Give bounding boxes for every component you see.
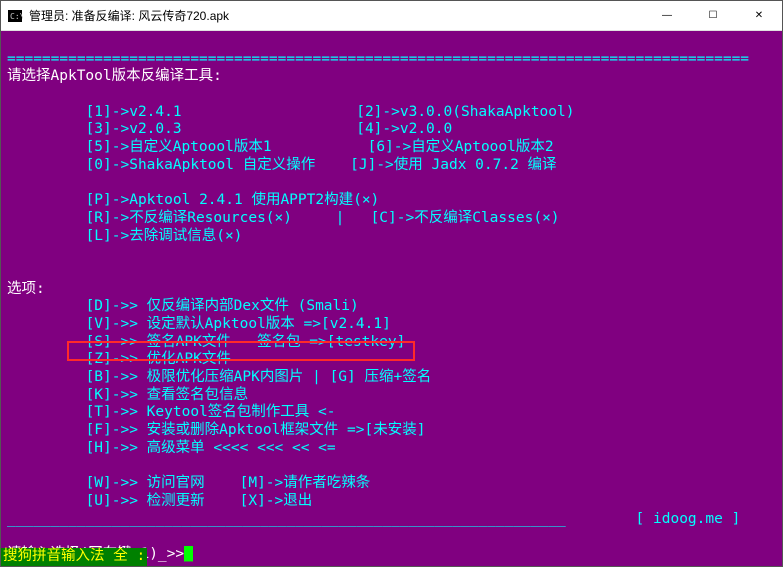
cursor: _	[184, 546, 193, 562]
minimize-button[interactable]: —	[644, 1, 690, 31]
close-button[interactable]: ✕	[736, 1, 782, 31]
opt-f: [F]->> 安装或删除Apktool框架文件 =>[未安装]	[86, 422, 426, 438]
opt-v: [V]->> 设定默认Apktool版本 =>[v2.4.1]	[86, 316, 391, 332]
opt-k: [K]->> 查看签名包信息	[86, 387, 249, 403]
terminal-area[interactable]: ========================================…	[1, 31, 782, 566]
titlebar[interactable]: C:\ 管理员: 准备反编译: 风云传奇720.apk — ☐ ✕	[1, 1, 782, 31]
opt-w: [W]->> 访问官网 [M]->请作者吃辣条	[86, 475, 371, 491]
opt-h: [H]->> 高级菜单 <<<< <<< << <=	[86, 440, 336, 456]
app-window: C:\ 管理员: 准备反编译: 风云传奇720.apk — ☐ ✕ ======…	[0, 0, 783, 567]
opt-d: [D]->> 仅反编译内部Dex文件 (Smali)	[86, 298, 359, 314]
maximize-button[interactable]: ☐	[690, 1, 736, 31]
opt-4: [4]->v2.0.0	[356, 121, 452, 137]
opt-1: [1]->v2.4.1	[86, 104, 182, 120]
opt-t: [T]->> Keytool签名包制作工具 <-	[86, 404, 336, 420]
app-icon: C:\	[7, 8, 23, 24]
window-title: 管理员: 准备反编译: 风云传奇720.apk	[29, 7, 644, 24]
footer-site: [ idoog.me ]	[636, 511, 741, 527]
opt-b: [B]->> 极限优化压缩APK内图片 | [G] 压缩+签名	[86, 369, 432, 385]
separator-line: ========================================…	[7, 51, 749, 67]
opt-u: [U]->> 检测更新 [X]->退出	[86, 493, 313, 509]
opt-2: [2]->v3.0.0(ShakaApktool)	[356, 104, 574, 120]
ime-status-bar: 搜狗拼音输入法 全 :	[1, 548, 147, 566]
opt-s: [S]->> 签名APK文件 签名包 =>[testkey]	[86, 334, 406, 350]
window-controls: — ☐ ✕	[644, 1, 782, 31]
opt-6: [6]->自定义Aptoool版本2	[368, 139, 554, 155]
opt-p: [P]->Apktool 2.4.1 使用APPT2构建(×)	[86, 192, 380, 208]
opt-r: [R]->不反编译Resources(×)	[86, 210, 292, 226]
opt-z: [Z]->> 优化APK文件	[86, 351, 231, 367]
svg-text:C:\: C:\	[10, 12, 23, 21]
underline: ________________________________________…	[7, 511, 566, 527]
opt-j: [J]->使用 Jadx 0.7.2 编译	[350, 157, 556, 173]
select-tool-prompt: 请选择ApkTool版本反编译工具:	[7, 68, 222, 84]
options-label: 选项:	[7, 281, 45, 297]
opt-c: [C]->不反编译Classes(×)	[371, 210, 560, 226]
opt-0: [0]->ShakaApktool 自定义操作	[86, 157, 316, 173]
opt-5: [5]->自定义Aptoool版本1	[86, 139, 272, 155]
opt-l: [L]->去除调试信息(×)	[86, 228, 243, 244]
pipe-sep: |	[336, 210, 345, 226]
opt-3: [3]->v2.0.3	[86, 121, 182, 137]
